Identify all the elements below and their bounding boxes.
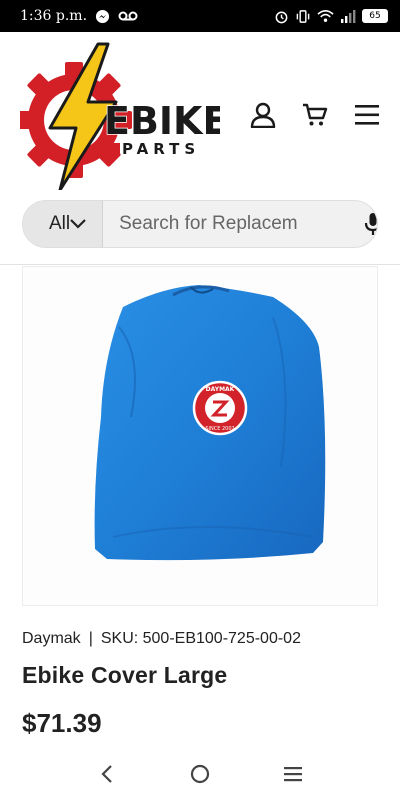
menu-icon[interactable] [354,102,380,128]
ebike-parts-logo[interactable]: EBIKE PARTS [16,40,229,192]
daymak-badge: DAYMAK SINCE 2002 [192,380,248,436]
logo-word-sub: PARTS [122,140,200,158]
search-bar: All [22,200,378,248]
wifi-icon [317,9,334,23]
category-select[interactable]: All [23,201,104,247]
logo-word-main: EBIKE [104,99,220,143]
battery-icon: 65 [362,9,388,23]
messenger-icon [95,9,110,24]
search-input[interactable] [103,201,365,247]
site-header: EBIKE PARTS [0,32,400,200]
header-divider [0,264,400,265]
chevron-down-icon [70,213,86,235]
vibrate-icon [295,9,311,24]
product-meta: Daymak | SKU: 500-EB100-725-00-02 [22,630,301,648]
badge-top-text: DAYMAK [206,386,235,393]
badge-bottom-text: SINCE 2002 [205,426,234,432]
product-brand[interactable]: Daymak [22,630,81,648]
product-image[interactable]: DAYMAK SINCE 2002 [22,266,378,606]
product-sku: SKU: 500-EB100-725-00-02 [100,630,301,647]
meta-separator: | [88,630,93,647]
microphone-icon[interactable] [364,201,377,247]
product-price: $71.39 [22,708,102,738]
status-time: 1:36 p.m. [20,8,88,24]
recents-icon[interactable] [273,754,313,794]
category-select-value: All [49,213,71,234]
cart-icon[interactable] [302,102,328,128]
account-icon[interactable] [250,102,276,128]
voicemail-icon [118,10,138,22]
product-title: Ebike Cover Large [22,662,228,688]
back-icon[interactable] [87,754,127,794]
alarm-icon [274,9,289,24]
signal-icon [340,9,356,23]
status-bar: 1:36 p.m. 65 [0,0,400,32]
system-nav-bar [0,748,400,800]
home-icon[interactable] [180,754,220,794]
